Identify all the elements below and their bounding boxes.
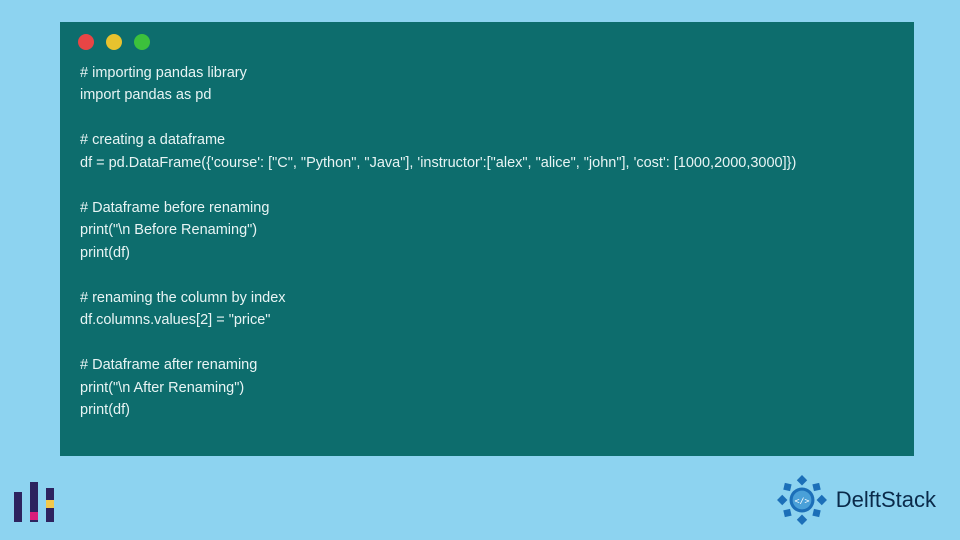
window-titlebar — [60, 22, 914, 62]
brand-stack: Stack — [881, 487, 936, 512]
maximize-icon[interactable] — [134, 34, 150, 50]
brand-delft: Delft — [836, 487, 881, 512]
delftstack-text: DelftStack — [836, 487, 936, 513]
delftstack-logo: </> DelftStack — [776, 474, 936, 526]
minimize-icon[interactable] — [106, 34, 122, 50]
site-logo-icon — [10, 478, 58, 526]
code-window: # importing pandas library import pandas… — [60, 22, 914, 456]
delftstack-badge-icon: </> — [776, 474, 828, 526]
code-content: # importing pandas library import pandas… — [60, 62, 914, 442]
svg-text:</>: </> — [794, 496, 809, 506]
close-icon[interactable] — [78, 34, 94, 50]
